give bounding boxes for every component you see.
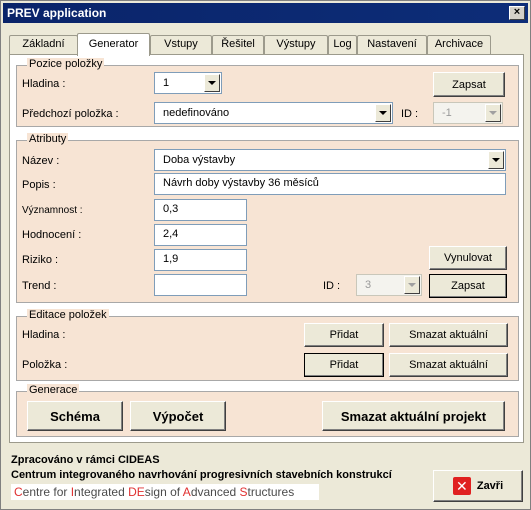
chevron-down-icon[interactable] (488, 151, 504, 169)
popis-field[interactable]: Návrh doby výstavby 36 měsíců (154, 173, 506, 195)
tab-zakladni[interactable]: Základní (9, 35, 78, 54)
logo-letter: DE (128, 485, 145, 499)
vypocet-button[interactable]: Výpočet (130, 401, 226, 431)
generace-group: Generace Schéma Výpočet Smazat aktuální … (16, 384, 519, 437)
atributy-zapsat-button[interactable]: Zapsat (429, 274, 507, 298)
logo-text: ntegrated (74, 485, 129, 499)
nazev-combo[interactable]: Doba výstavby (154, 149, 506, 171)
chevron-down-icon[interactable] (375, 104, 391, 122)
trend-label: Trend : (22, 280, 57, 292)
pozice-id-combo: -1 (433, 102, 503, 124)
tab-content: Pozice položky Hladina : 1 Zapsat Předch… (9, 54, 524, 443)
popis-label: Popis : (22, 179, 56, 191)
hladina-combo[interactable]: 1 (154, 72, 222, 94)
predchozi-value: nedefinováno (163, 107, 230, 119)
hladina-value: 1 (163, 77, 170, 89)
chevron-down-icon[interactable] (204, 74, 220, 92)
editace-group: Editace položek Hladina : Přidat Smazat … (16, 309, 519, 381)
smazat-projekt-button[interactable]: Smazat aktuální projekt (322, 401, 505, 431)
pozice-id-label: ID : (401, 108, 419, 120)
hladina-smazat-button[interactable]: Smazat aktuální (389, 323, 508, 347)
hodnoceni-label: Hodnocení : (22, 229, 82, 241)
chevron-down-icon (485, 104, 501, 122)
editace-polozka-label: Položka : (22, 359, 68, 371)
cideas-logo: Centre for Integrated DEsign of Advanced… (11, 484, 319, 500)
logo-letter: C (14, 485, 23, 499)
atributy-caption: Atributy (27, 133, 69, 145)
tab-nastaveni[interactable]: Nastavení (357, 35, 427, 54)
footer-line1: Zpracováno v rámci CIDEAS (11, 454, 160, 466)
riziko-field[interactable]: 1,9 (154, 249, 247, 271)
trend-field[interactable] (154, 274, 247, 296)
logo-text: tructures (247, 485, 295, 499)
footer-line2: Centrum integrovaného navrhování progres… (11, 469, 392, 481)
atributy-id-combo: 3 (356, 274, 422, 296)
tab-log[interactable]: Log (328, 35, 357, 54)
logo-text: sign of (144, 485, 183, 499)
title-close-icon[interactable]: × (509, 6, 525, 20)
window-title: PREV application (7, 6, 107, 20)
vyznamnost-field[interactable]: 0,3 (154, 199, 247, 221)
atributy-id-label: ID : (323, 280, 341, 292)
tab-archivace[interactable]: Archivace (427, 35, 491, 54)
tab-resitel[interactable]: Řešitel (212, 35, 264, 54)
predchozi-label: Předchozí položka : (22, 108, 119, 120)
polozka-smazat-button[interactable]: Smazat aktuální (389, 353, 508, 377)
editace-hladina-label: Hladina : (22, 329, 66, 341)
logo-text: entre for (22, 485, 71, 499)
tab-vystupy[interactable]: Výstupy (264, 35, 328, 54)
polozka-pridat-button[interactable]: Přidat (304, 353, 384, 377)
pozice-id-value: -1 (442, 107, 452, 119)
nazev-value: Doba výstavby (163, 154, 236, 166)
pozice-caption: Pozice položky (27, 58, 105, 70)
schema-button[interactable]: Schéma (27, 401, 123, 431)
hladina-label: Hladina : (22, 78, 66, 90)
vynulovat-button[interactable]: Vynulovat (429, 246, 507, 270)
close-icon: ✕ (452, 477, 471, 495)
riziko-label: Riziko : (22, 254, 59, 266)
editace-caption: Editace položek (27, 309, 109, 321)
logo-letter: S (239, 485, 248, 499)
logo-letter: A (182, 485, 191, 499)
tab-vstupy[interactable]: Vstupy (150, 35, 212, 54)
hodnoceni-field[interactable]: 2,4 (154, 224, 247, 246)
zavri-label: Zavři (476, 480, 504, 492)
atributy-id-value: 3 (365, 279, 372, 291)
tab-generator[interactable]: Generator (77, 33, 150, 56)
generace-caption: Generace (27, 384, 80, 396)
chevron-down-icon (404, 276, 420, 294)
nazev-label: Název : (22, 155, 60, 167)
logo-text: dvanced (190, 485, 240, 499)
title-bar[interactable]: PREV application × (3, 3, 528, 23)
atributy-group: Atributy Název : Doba výstavby Popis : N… (16, 133, 519, 303)
pozice-group: Pozice položky Hladina : 1 Zapsat Předch… (16, 58, 519, 127)
hladina-pridat-button[interactable]: Přidat (304, 323, 384, 347)
zavri-button[interactable]: ✕ Zavři (433, 470, 523, 502)
vyznamnost-label: Významnost : (22, 205, 83, 216)
app-window: PREV application × Základní Generator Vs… (0, 0, 531, 510)
predchozi-combo[interactable]: nedefinováno (154, 102, 393, 124)
pozice-zapsat-button[interactable]: Zapsat (433, 72, 505, 97)
